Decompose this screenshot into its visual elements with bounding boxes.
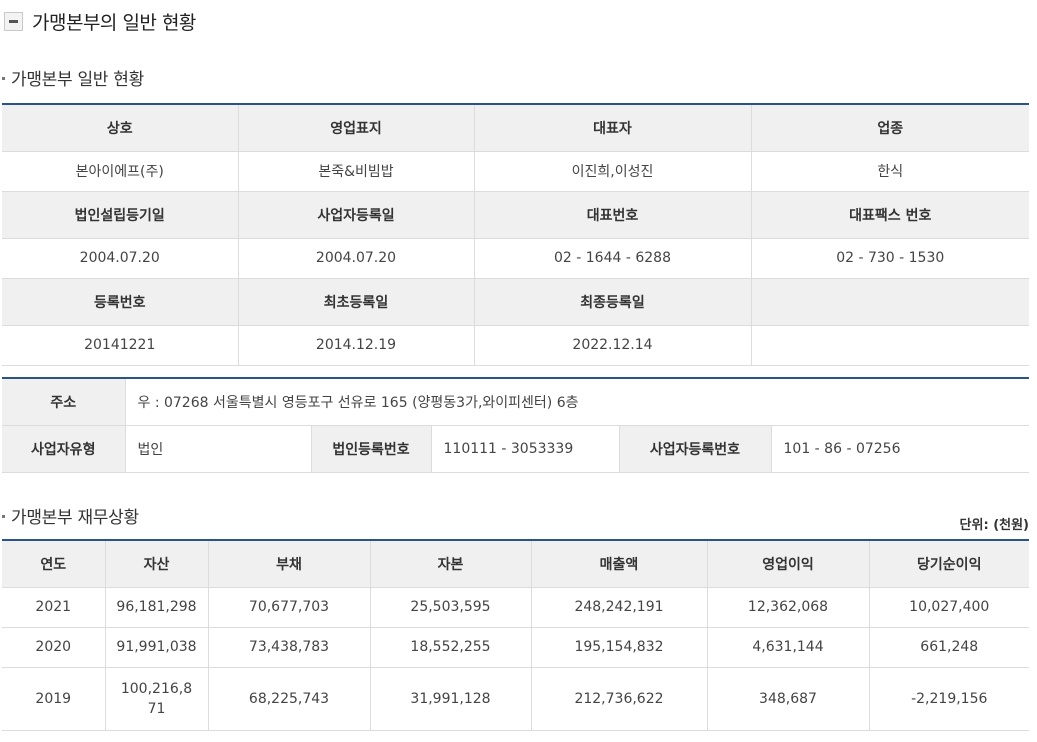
address-value: 우 : 07268 서울특별시 영등포구 선유로 165 (양평동3가,와이피센… — [125, 378, 1029, 426]
header-incorporation-date: 법인설립등기일 — [2, 191, 239, 239]
incorporation-date-value: 2004.07.20 — [2, 238, 239, 279]
equity-cell: 31,991,128 — [370, 667, 532, 731]
brand-value: 본죽&비빔밥 — [238, 151, 475, 192]
header-registration-number: 등록번호 — [2, 278, 239, 326]
header-equity: 자본 — [370, 540, 532, 588]
header-year: 연도 — [2, 540, 106, 588]
general-section-title: 가맹본부 일반 현황 — [2, 65, 144, 90]
corp-reg-number-label: 법인등록번호 — [311, 425, 432, 473]
table-row: 2019 100,216,871 68,225,743 31,991,128 2… — [2, 667, 1029, 731]
header-fax: 대표팩스 번호 — [751, 191, 1029, 239]
net-income-cell: -2,219,156 — [869, 667, 1029, 731]
collapse-icon[interactable] — [4, 11, 23, 31]
registration-number-value: 20141221 — [2, 325, 239, 366]
liabilities-cell: 68,225,743 — [208, 667, 371, 731]
header-net-income: 당기순이익 — [869, 540, 1029, 588]
first-registration-value: 2014.12.19 — [238, 325, 475, 366]
business-reg-date-value: 2004.07.20 — [238, 238, 475, 279]
liabilities-cell: 73,438,783 — [208, 627, 371, 668]
liabilities-cell: 70,677,703 — [208, 587, 371, 628]
net-income-cell: 661,248 — [869, 627, 1029, 668]
bullet-icon — [2, 77, 5, 80]
representative-value: 이진희,이성진 — [474, 151, 752, 192]
table-row: 2021 96,181,298 70,677,703 25,503,595 24… — [2, 587, 1029, 628]
header-last-registration: 최종등록일 — [474, 278, 752, 326]
fax-value: 02 - 730 - 1530 — [751, 238, 1029, 279]
business-reg-number-value: 101 - 86 - 07256 — [771, 425, 1029, 473]
address-table: 주소 우 : 07268 서울특별시 영등포구 선유로 165 (양평동3가,와… — [2, 377, 1029, 473]
bullet-icon — [2, 515, 5, 518]
general-info-table: 상호 영업표지 대표자 업종 본아이에프(주) 본죽&비빔밥 이진희,이성진 한… — [2, 103, 1029, 366]
year-cell: 2020 — [2, 627, 106, 668]
table-header-row: 연도 자산 부채 자본 매출액 영업이익 당기순이익 — [2, 540, 1029, 588]
operating-income-cell: 12,362,068 — [707, 587, 870, 628]
header-industry: 업종 — [751, 104, 1029, 152]
table-row: 2020 91,991,038 73,438,783 18,552,255 19… — [2, 627, 1029, 668]
table-header-row: 등록번호 최초등록일 최종등록일 — [2, 278, 1029, 326]
assets-cell: 100,216,871 — [105, 667, 209, 731]
year-cell: 2019 — [2, 667, 106, 731]
business-type-value: 법인 — [125, 425, 312, 473]
header-first-registration: 최초등록일 — [238, 278, 475, 326]
phone-value: 02 - 1644 - 6288 — [474, 238, 752, 279]
revenue-cell: 248,242,191 — [531, 587, 708, 628]
assets-cell: 91,991,038 — [105, 627, 209, 668]
revenue-cell: 195,154,832 — [531, 627, 708, 668]
unit-label: 단위: (천원) — [959, 518, 1029, 533]
table-row: 본아이에프(주) 본죽&비빔밥 이진희,이성진 한식 — [2, 151, 1029, 192]
industry-value: 한식 — [751, 151, 1029, 192]
table-row: 20141221 2014.12.19 2022.12.14 — [2, 325, 1029, 366]
year-cell: 2021 — [2, 587, 106, 628]
finance-section-title: 가맹본부 재무상황 — [2, 503, 139, 528]
header-representative: 대표자 — [474, 104, 752, 152]
net-income-cell: 10,027,400 — [869, 587, 1029, 628]
address-label: 주소 — [2, 378, 126, 426]
business-type-label: 사업자유형 — [2, 425, 126, 473]
operating-income-cell: 4,631,144 — [707, 627, 870, 668]
corp-reg-number-value: 110111 - 3053339 — [431, 425, 620, 473]
business-reg-number-label: 사업자등록번호 — [619, 425, 772, 473]
header-business-reg-date: 사업자등록일 — [238, 191, 475, 239]
revenue-cell: 212,736,622 — [531, 667, 708, 731]
table-header-row: 법인설립등기일 사업자등록일 대표번호 대표팩스 번호 — [2, 191, 1029, 239]
equity-cell: 25,503,595 — [370, 587, 532, 628]
business-info-row: 사업자유형 법인 법인등록번호 110111 - 3053339 사업자등록번호… — [2, 425, 1029, 473]
header-empty — [751, 278, 1029, 326]
finance-table: 연도 자산 부채 자본 매출액 영업이익 당기순이익 2021 96,181,2… — [2, 539, 1029, 731]
assets-cell: 96,181,298 — [105, 587, 209, 628]
address-row: 주소 우 : 07268 서울특별시 영등포구 선유로 165 (양평동3가,와… — [2, 378, 1029, 426]
header-phone: 대표번호 — [474, 191, 752, 239]
table-row: 2004.07.20 2004.07.20 02 - 1644 - 6288 0… — [2, 238, 1029, 279]
header-liabilities: 부채 — [208, 540, 371, 588]
header-operating-income: 영업이익 — [707, 540, 870, 588]
last-registration-value: 2022.12.14 — [474, 325, 752, 366]
empty-cell — [751, 325, 1029, 366]
header-trade-name: 상호 — [2, 104, 239, 152]
header-revenue: 매출액 — [531, 540, 708, 588]
header-assets: 자산 — [105, 540, 209, 588]
header-brand: 영업표지 — [238, 104, 475, 152]
equity-cell: 18,552,255 — [370, 627, 532, 668]
operating-income-cell: 348,687 — [707, 667, 870, 731]
page-header: 가맹본부의 일반 현황 — [4, 8, 196, 34]
page-title: 가맹본부의 일반 현황 — [32, 11, 196, 34]
trade-name-value: 본아이에프(주) — [2, 151, 239, 192]
table-header-row: 상호 영업표지 대표자 업종 — [2, 104, 1029, 152]
